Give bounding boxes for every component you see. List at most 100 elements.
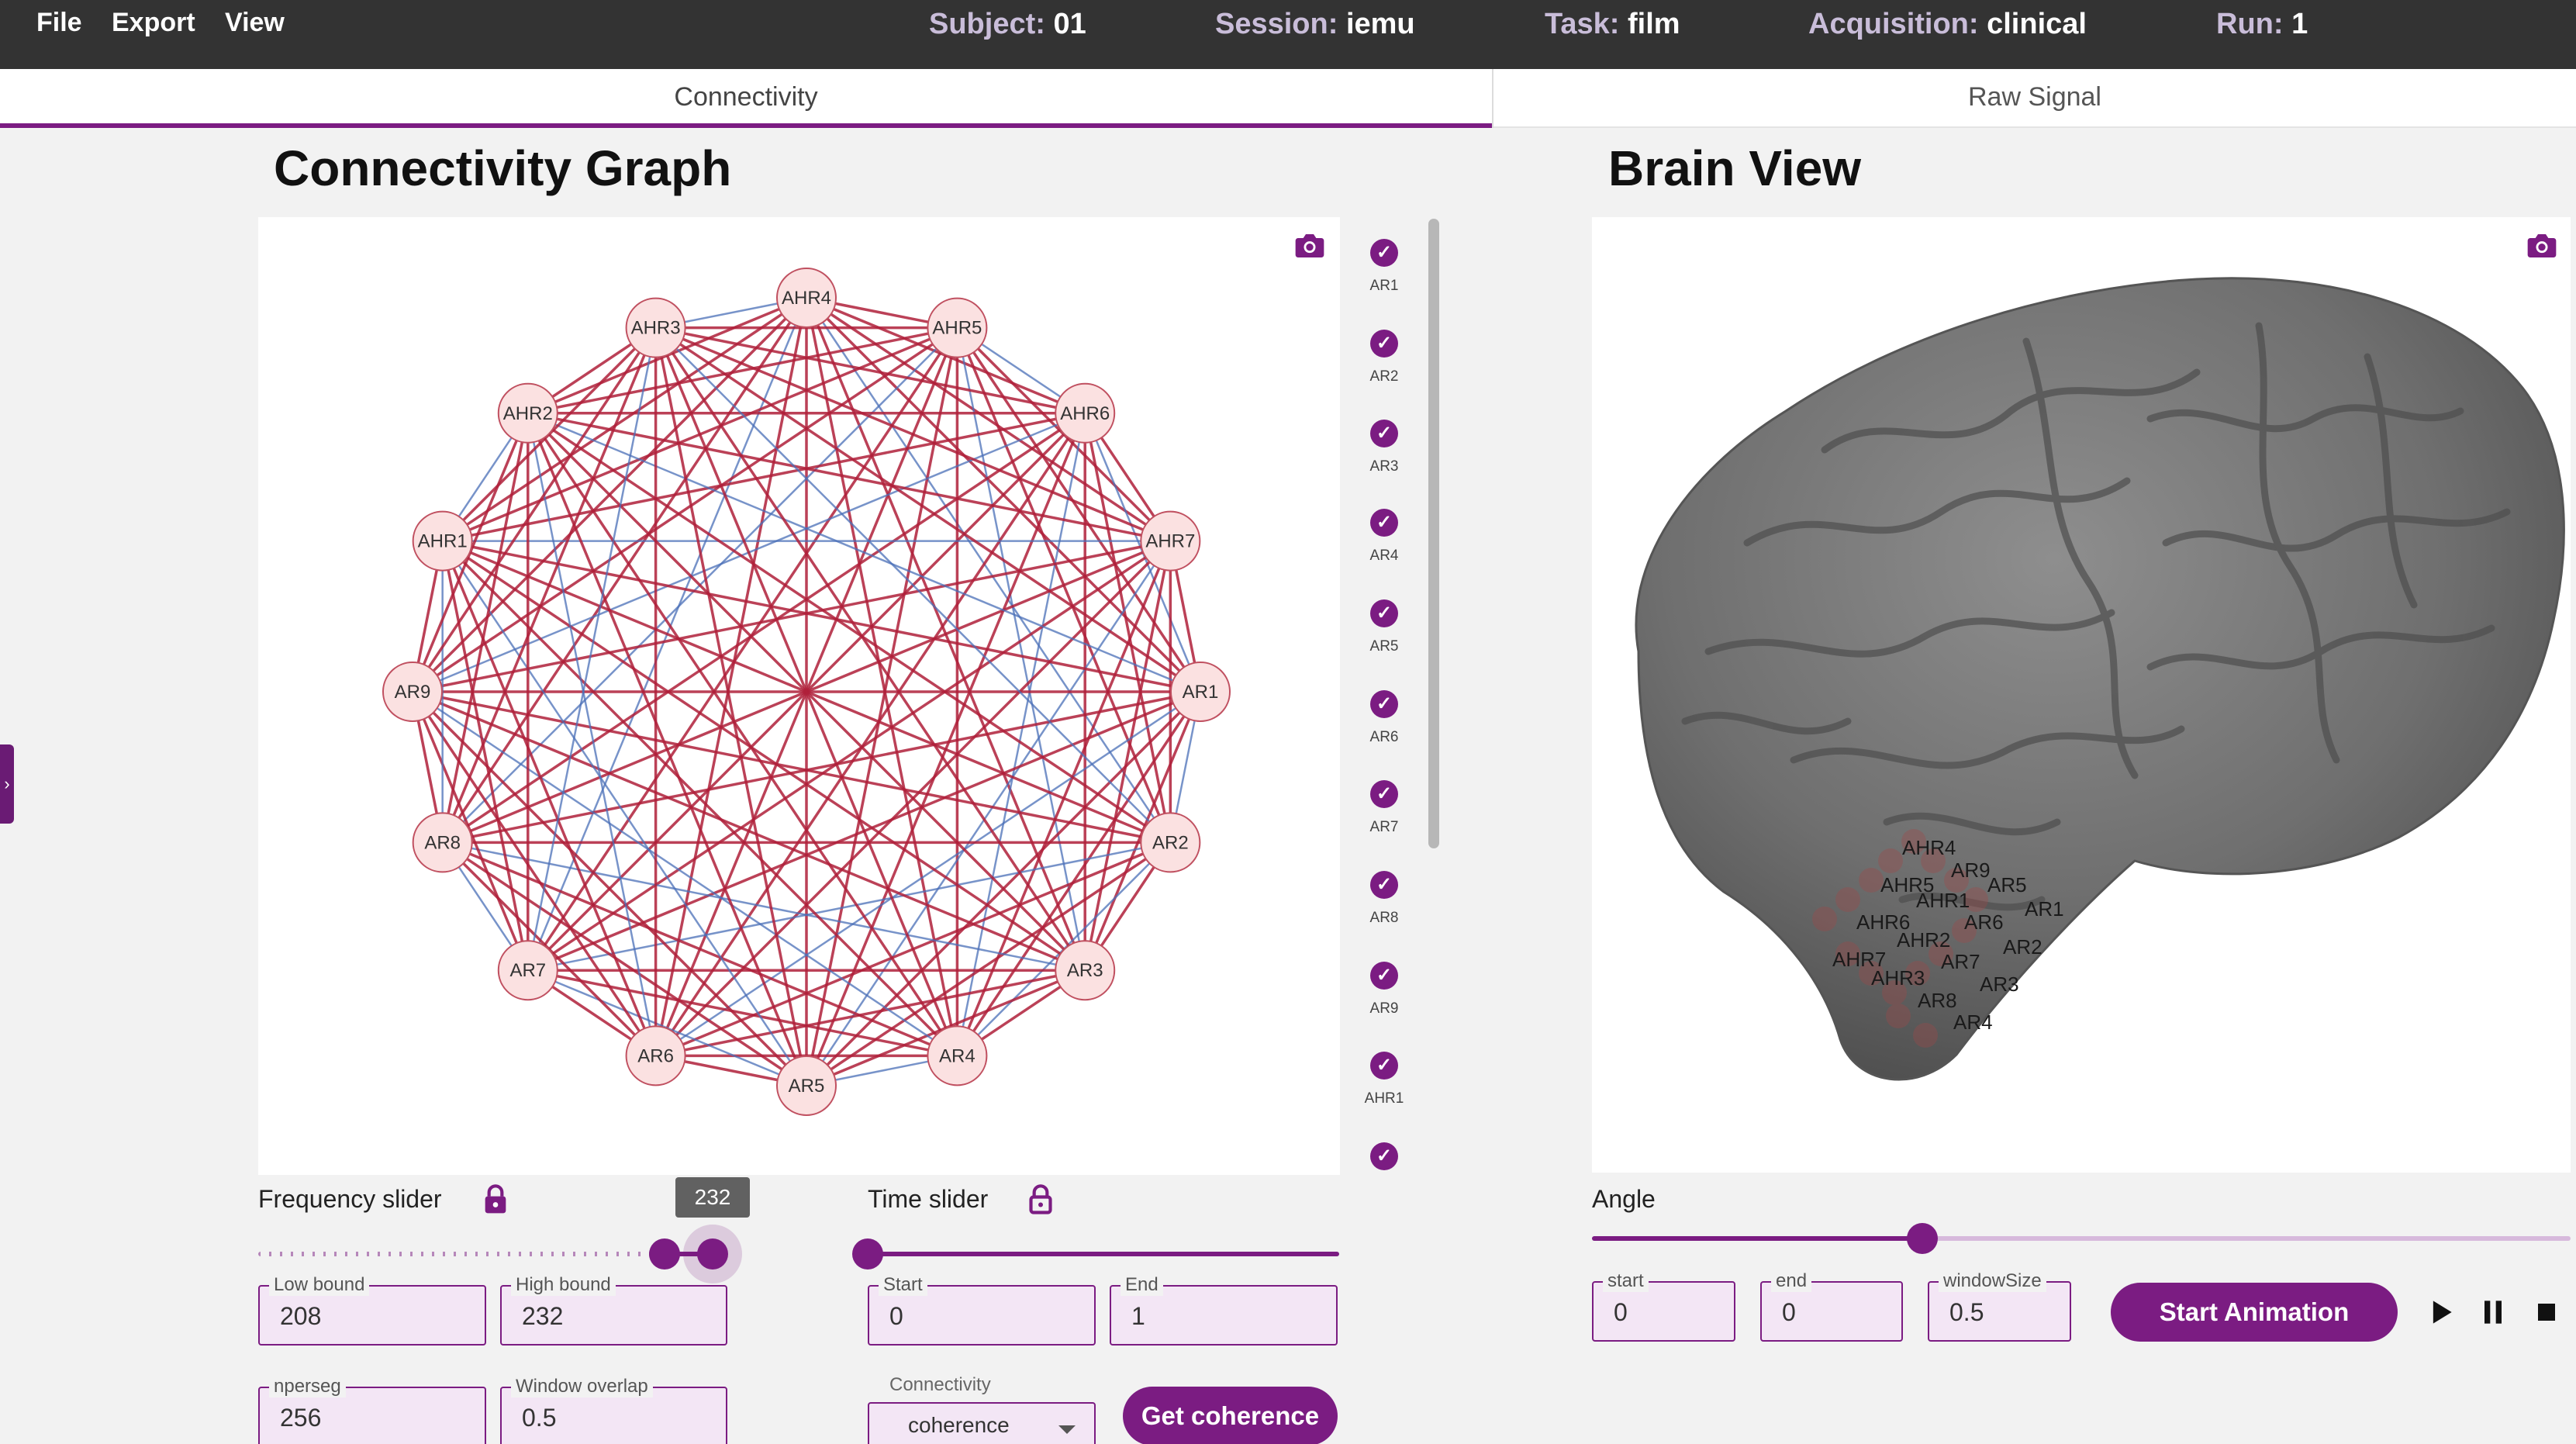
check-icon[interactable]: ✓ bbox=[1370, 690, 1398, 718]
check-icon[interactable]: ✓ bbox=[1370, 962, 1398, 990]
get-coherence-button[interactable]: Get coherence bbox=[1123, 1387, 1338, 1444]
angle-end-field[interactable]: end 0 bbox=[1760, 1270, 1903, 1342]
graph-node-label: AHR5 bbox=[932, 318, 982, 339]
tab-raw-signal[interactable]: Raw Signal bbox=[1493, 69, 2576, 128]
electrode-label: AR3 bbox=[1980, 972, 2019, 996]
graph-node[interactable]: AR9 bbox=[382, 662, 443, 722]
nperseg-field[interactable]: nperseg 256 bbox=[258, 1376, 486, 1444]
play-icon[interactable] bbox=[2423, 1295, 2457, 1329]
graph-node[interactable]: AR7 bbox=[497, 940, 558, 1001]
legend-item-ahr1[interactable]: ✓ AHR1 bbox=[1361, 1052, 1407, 1107]
menu-view[interactable]: View bbox=[225, 8, 285, 38]
angle-start-field[interactable]: start 0 bbox=[1592, 1270, 1735, 1342]
stop-icon[interactable] bbox=[2529, 1295, 2564, 1329]
graph-node[interactable]: AR6 bbox=[625, 1025, 686, 1086]
graph-node[interactable]: AHR4 bbox=[776, 268, 837, 328]
graph-node[interactable]: AHR7 bbox=[1140, 510, 1201, 572]
meta-session: Session: iemu bbox=[1215, 8, 1415, 40]
graph-node[interactable]: AR5 bbox=[776, 1055, 837, 1116]
legend-item-ar1[interactable]: ✓ AR1 bbox=[1361, 239, 1407, 295]
graph-node[interactable]: AHR3 bbox=[625, 297, 686, 358]
angle-progress bbox=[1592, 1236, 1922, 1241]
start-animation-button[interactable]: Start Animation bbox=[2111, 1283, 2398, 1342]
electrode-label: AR6 bbox=[1964, 910, 2004, 934]
electrode-label: AR9 bbox=[1951, 858, 1991, 882]
high-bound-field[interactable]: High bound 232 bbox=[500, 1274, 727, 1346]
connectivity-select[interactable]: coherence bbox=[868, 1402, 1096, 1444]
tab-connectivity[interactable]: Connectivity bbox=[0, 69, 1492, 128]
graph-node-label: AR4 bbox=[939, 1045, 975, 1066]
frequency-track[interactable] bbox=[258, 1252, 669, 1256]
graph-node[interactable]: AHR1 bbox=[412, 510, 473, 572]
graph-node-label: AHR6 bbox=[1060, 403, 1110, 424]
graph-node[interactable]: AR1 bbox=[1170, 662, 1231, 722]
graph-node[interactable]: AR8 bbox=[412, 812, 473, 873]
graph-node[interactable]: AR2 bbox=[1140, 812, 1201, 873]
connectivity-graph: AHR4 AHR5 AHR6 AHR7 AR1 AR2 AR3 AR4 AR5 AR6 AR7 AR8… bbox=[382, 268, 1231, 1116]
graph-node[interactable]: AHR5 bbox=[927, 297, 988, 358]
check-icon[interactable]: ✓ bbox=[1370, 330, 1398, 358]
meta-run: Run: 1 bbox=[2216, 8, 2308, 40]
legend-item-ar3[interactable]: ✓ AR3 bbox=[1361, 420, 1407, 475]
electrode-label: AHR3 bbox=[1871, 966, 1925, 990]
legend-item-ar2[interactable]: ✓ AR2 bbox=[1361, 330, 1407, 385]
electrode-label: AHR1 bbox=[1916, 889, 1970, 912]
graph-node-label: AR8 bbox=[424, 832, 461, 853]
angle-thumb[interactable] bbox=[1907, 1223, 1938, 1254]
brain-view-panel: AHR4 AR9 AHR5 AR5 AHR1 AR1 AHR6 AR6 AHR2… bbox=[1592, 217, 2571, 1173]
frequency-tooltip: 232 bbox=[675, 1177, 750, 1218]
graph-node-label: AR1 bbox=[1183, 682, 1219, 703]
legend-item-ar6[interactable]: ✓ AR6 bbox=[1361, 690, 1407, 746]
angle-label: Angle bbox=[1592, 1185, 1656, 1213]
brain-render[interactable]: AHR4 AR9 AHR5 AR5 AHR1 AR1 AHR6 AR6 AHR2… bbox=[1592, 217, 2571, 1173]
check-icon[interactable]: ✓ bbox=[1370, 1142, 1398, 1170]
legend-item-ar7[interactable]: ✓ AR7 bbox=[1361, 780, 1407, 836]
sidebar-toggle[interactable]: › bbox=[0, 744, 14, 824]
graph-node[interactable]: AHR2 bbox=[497, 382, 558, 444]
graph-node-label: AHR7 bbox=[1145, 531, 1195, 552]
window-size-field[interactable]: windowSize 0.5 bbox=[1928, 1270, 2071, 1342]
check-icon[interactable]: ✓ bbox=[1370, 239, 1398, 267]
legend-item-ahr2[interactable]: ✓ bbox=[1361, 1142, 1407, 1170]
legend-item-ar9[interactable]: ✓ AR9 bbox=[1361, 962, 1407, 1017]
legend-item-ar5[interactable]: ✓ AR5 bbox=[1361, 599, 1407, 655]
check-icon[interactable]: ✓ bbox=[1370, 871, 1398, 899]
time-thumb[interactable] bbox=[852, 1238, 883, 1270]
legend-scrollbar[interactable] bbox=[1428, 219, 1439, 848]
top-bar: File Export View Subject: 01 Session: ie… bbox=[0, 0, 2576, 69]
frequency-high-thumb[interactable] bbox=[697, 1238, 728, 1270]
time-track[interactable] bbox=[868, 1252, 1339, 1256]
graph-node-label: AHR1 bbox=[418, 531, 468, 552]
meta-acquisition: Acquisition: clinical bbox=[1808, 8, 2087, 40]
check-icon[interactable]: ✓ bbox=[1370, 420, 1398, 447]
window-overlap-field[interactable]: Window overlap 0.5 bbox=[500, 1376, 727, 1444]
pause-icon[interactable] bbox=[2476, 1295, 2510, 1329]
graph-node[interactable]: AHR6 bbox=[1055, 382, 1116, 444]
check-icon[interactable]: ✓ bbox=[1370, 599, 1398, 627]
graph-node[interactable]: AR4 bbox=[927, 1025, 988, 1086]
check-icon[interactable]: ✓ bbox=[1370, 780, 1398, 808]
frequency-slider-label: Frequency slider bbox=[258, 1185, 442, 1213]
legend-item-ar4[interactable]: ✓ AR4 bbox=[1361, 509, 1407, 565]
check-icon[interactable]: ✓ bbox=[1370, 1052, 1398, 1080]
low-bound-field[interactable]: Low bound 208 bbox=[258, 1274, 486, 1346]
time-end-field[interactable]: End 1 bbox=[1110, 1274, 1338, 1346]
check-icon[interactable]: ✓ bbox=[1370, 509, 1398, 537]
camera-icon[interactable] bbox=[2526, 233, 2557, 259]
electrode-label: AR8 bbox=[1918, 989, 1957, 1012]
graph-node[interactable]: AR3 bbox=[1055, 940, 1116, 1001]
time-start-field[interactable]: Start 0 bbox=[868, 1274, 1096, 1346]
menu-export[interactable]: Export bbox=[112, 8, 195, 38]
legend-item-ar8[interactable]: ✓ AR8 bbox=[1361, 871, 1407, 927]
menu-file[interactable]: File bbox=[36, 8, 82, 38]
connectivity-graph-title: Connectivity Graph bbox=[274, 140, 732, 196]
unlock-icon[interactable] bbox=[1027, 1183, 1054, 1214]
connectivity-graph-panel: AHR4 AHR5 AHR6 AHR7 AR1 AR2 AR3 AR4 AR5 AR6 AR7 AR8… bbox=[258, 217, 1340, 1175]
graph-node-label: AR2 bbox=[1152, 832, 1189, 853]
meta-task: Task: film bbox=[1545, 8, 1680, 40]
lock-icon[interactable] bbox=[482, 1183, 509, 1214]
time-slider-label: Time slider bbox=[868, 1185, 989, 1213]
electrode-label: AHR4 bbox=[1902, 836, 1956, 859]
camera-icon[interactable] bbox=[1294, 233, 1325, 259]
frequency-low-thumb[interactable] bbox=[649, 1238, 680, 1270]
